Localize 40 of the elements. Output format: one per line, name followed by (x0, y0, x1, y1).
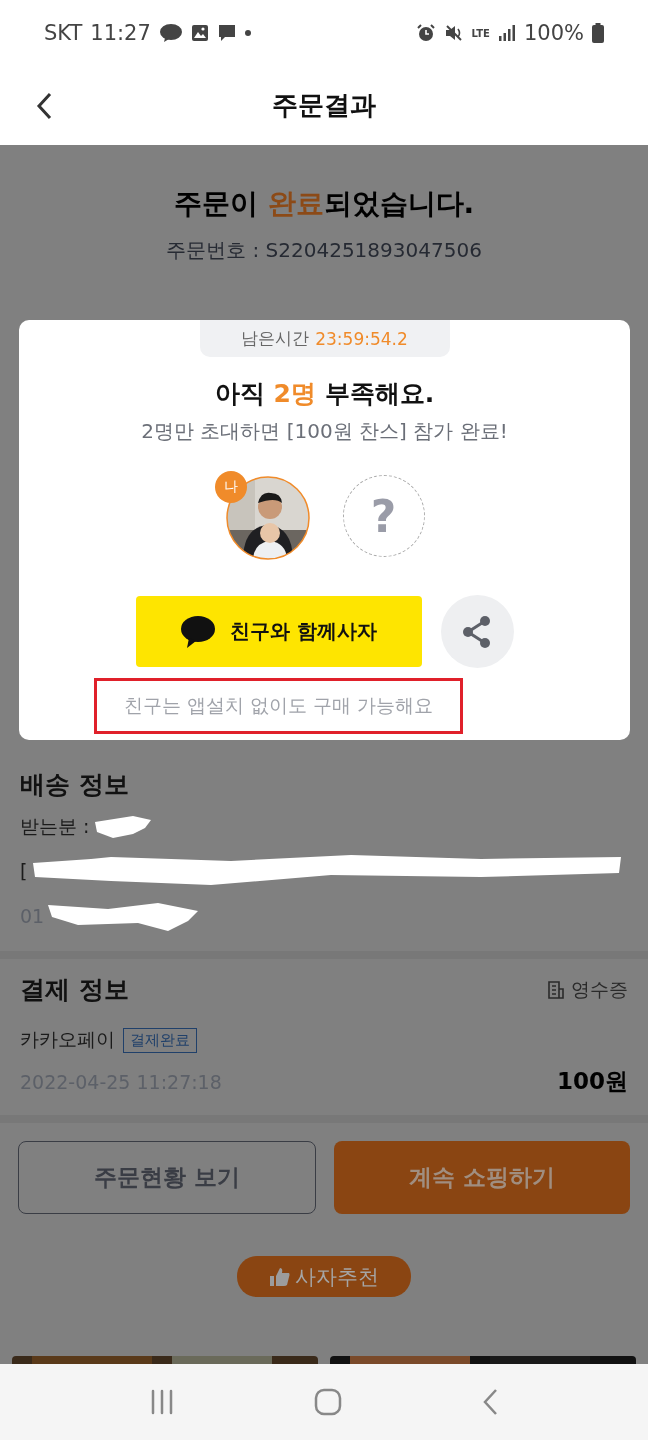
page-title: 주문결과 (272, 89, 376, 122)
thumbs-up-icon (269, 1265, 291, 1288)
timer-label: 남은시간 (241, 327, 310, 350)
modal-heading: 아직 2명 부족해요. (214, 378, 435, 410)
carrier-text: SKT (44, 21, 83, 45)
image-icon (190, 24, 209, 42)
payment-status-badge: 결제완료 (123, 1027, 197, 1053)
question-mark: ? (370, 490, 397, 542)
me-badge: 나 (214, 471, 247, 503)
timer-value: 23:59:54.2 (315, 328, 408, 349)
mute-icon (443, 23, 464, 43)
redaction-mark (93, 814, 154, 840)
clock-text: 11:27 (90, 21, 151, 45)
signal-icon (497, 24, 516, 42)
receipt-link[interactable]: 영수증 (547, 976, 628, 1003)
battery-text: 100% (523, 21, 584, 45)
order-status-button[interactable]: 주문현황 보기 (18, 1141, 316, 1214)
order-number: 주문번호 : S2204251893047506 (166, 237, 482, 264)
section-title: 배송 정보 (20, 769, 130, 801)
chevron-left-icon (36, 92, 52, 120)
dot-icon (244, 30, 251, 36)
invite-friends-button[interactable]: 친구와 함께사자 (135, 596, 422, 667)
battery-icon (592, 23, 604, 43)
recommend-button[interactable]: 사자추천 (237, 1256, 411, 1297)
address-text: [ (20, 860, 28, 882)
modal-subtitle: 2명만 초대하면 [100원 찬스] 참가 완료! (141, 418, 508, 445)
payment-amount: 100원 (557, 1067, 628, 1096)
note-text: 친구는 앱설치 없이도 구매 가능해요 (123, 693, 434, 718)
section-title: 결제 정보 (20, 974, 129, 1006)
speech-bubble-icon (180, 614, 216, 649)
payment-method: 카카오페이 (20, 1027, 115, 1052)
message-icon (216, 23, 237, 43)
chat-bubble-icon (158, 23, 183, 43)
receipt-icon (547, 980, 565, 999)
network-text: LTE (471, 27, 490, 39)
home-icon[interactable] (314, 1388, 342, 1416)
continue-shopping-button[interactable]: 계속 쇼핑하기 (334, 1141, 630, 1214)
order-complete-title: 주문이 완료되었습니다. (173, 186, 475, 222)
alarm-icon (415, 23, 436, 43)
recipient-label: 받는분 : (20, 814, 90, 839)
